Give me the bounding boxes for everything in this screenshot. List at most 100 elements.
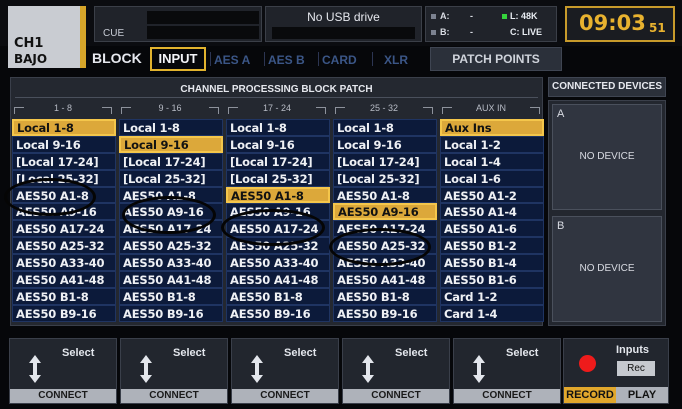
patch-source-option[interactable]: Aux Ins (440, 119, 544, 136)
patch-source-option[interactable]: AES50 A9-16 (119, 203, 223, 221)
patch-source-option[interactable]: Local 9-16 (226, 135, 330, 153)
encoder-2[interactable]: Select CONNECT (120, 338, 228, 404)
patch-source-option[interactable]: AES50 A25-32 (333, 237, 437, 255)
encoder-5[interactable]: Select CONNECT (453, 338, 561, 404)
patch-source-option[interactable]: AES50 A25-32 (12, 237, 116, 255)
patch-source-option[interactable]: Local 1-8 (119, 119, 223, 136)
patch-source-option[interactable]: AES50 B1-4 (440, 254, 544, 272)
patch-source-option[interactable]: AES50 A41-48 (333, 271, 437, 288)
patch-source-option[interactable]: AES50 B1-8 (119, 287, 223, 305)
patch-source-option[interactable]: AES50 A1-4 (440, 203, 544, 221)
patch-source-option[interactable]: AES50 A33-40 (333, 254, 437, 272)
device-b-status: NO DEVICE (579, 263, 635, 274)
patch-source-option[interactable]: AES50 A1-2 (440, 186, 544, 204)
patch-source-option[interactable]: Local 1-2 (440, 135, 544, 153)
recorder-mode-selector[interactable]: Rec (617, 361, 655, 376)
encoder-select-label: Select (284, 347, 317, 359)
patch-source-option[interactable]: AES50 B9-16 (119, 304, 223, 322)
clock-seconds: 51 (649, 21, 666, 35)
connect-button[interactable]: CONNECT (121, 389, 227, 403)
patch-source-option[interactable]: [Local 25-32] (226, 169, 330, 187)
patch-source-option[interactable]: [Local 25-32] (119, 169, 223, 187)
device-b-box[interactable]: B NO DEVICE (552, 216, 662, 322)
patch-source-option[interactable]: Local 1-8 (12, 119, 116, 136)
patch-source-option[interactable]: AES50 A17-24 (12, 220, 116, 238)
patch-source-option[interactable]: Local 1-6 (440, 169, 544, 187)
encoder-select-label: Select (62, 347, 95, 359)
tab-patch-points[interactable]: PATCH POINTS (430, 47, 562, 71)
record-indicator-icon (579, 355, 596, 372)
patch-source-option[interactable]: [Local 25-32] (12, 169, 116, 187)
patch-source-option[interactable]: [Local 17-24] (226, 152, 330, 170)
patch-source-option[interactable]: AES50 B1-8 (12, 287, 116, 305)
patch-source-option[interactable]: AES50 A1-8 (12, 186, 116, 204)
patch-source-option[interactable]: AES50 A9-16 (12, 203, 116, 221)
patch-source-option[interactable]: AES50 A1-6 (440, 220, 544, 238)
patch-source-option[interactable]: Card 1-2 (440, 287, 544, 305)
patch-source-option[interactable]: [Local 25-32] (333, 169, 437, 187)
connected-devices-title: CONNECTED DEVICES (548, 77, 666, 97)
patch-source-option[interactable]: AES50 A1-8 (226, 186, 330, 204)
clock-time: 09:03 (579, 11, 646, 35)
patch-source-option[interactable]: AES50 B1-2 (440, 237, 544, 255)
patch-source-option[interactable]: AES50 B1-8 (226, 287, 330, 305)
patch-source-option[interactable]: Local 9-16 (333, 135, 437, 153)
patch-source-option[interactable]: AES50 A33-40 (12, 254, 116, 272)
patch-source-option[interactable]: Local 1-4 (440, 152, 544, 170)
patch-source-option[interactable]: AES50 A1-8 (119, 186, 223, 204)
source-list-aux-in: Aux Ins Local 1-2 Local 1-4 Local 1-6 AES50 … (440, 119, 544, 322)
encoder-select-label: Select (506, 347, 539, 359)
device-a-status: NO DEVICE (579, 151, 635, 162)
patch-source-option[interactable]: AES50 A41-48 (119, 271, 223, 288)
up-down-arrow-icon (362, 355, 374, 383)
connect-button[interactable]: CONNECT (343, 389, 449, 403)
patch-source-option[interactable]: AES50 B1-6 (440, 271, 544, 288)
patch-source-option[interactable]: [Local 17-24] (333, 152, 437, 170)
patch-source-option[interactable]: Local 1-8 (226, 119, 330, 136)
patch-source-option[interactable]: AES50 A33-40 (226, 254, 330, 272)
tab-aes-a[interactable]: AES A (214, 53, 250, 67)
connect-button[interactable]: CONNECT (232, 389, 338, 403)
tab-block[interactable]: BLOCK (92, 50, 142, 66)
encoder-3[interactable]: Select CONNECT (231, 338, 339, 404)
tab-xlr[interactable]: XLR (384, 53, 408, 67)
patch-source-option[interactable]: [Local 17-24] (119, 152, 223, 170)
patch-source-option[interactable]: AES50 A25-32 (119, 237, 223, 255)
encoder-1[interactable]: Select CONNECT (9, 338, 117, 404)
patch-source-option[interactable]: AES50 A17-24 (333, 220, 437, 238)
tab-input[interactable]: INPUT (150, 47, 206, 71)
network-b-label: B: (440, 27, 450, 37)
source-list-9-16: Local 1-8 Local 9-16 [Local 17-24] [Local 2… (119, 119, 223, 322)
patch-source-option[interactable]: AES50 A17-24 (226, 220, 330, 238)
patch-source-option[interactable]: AES50 A9-16 (226, 203, 330, 221)
patch-source-option[interactable]: AES50 B9-16 (333, 304, 437, 322)
connect-button[interactable]: CONNECT (454, 389, 560, 403)
play-button[interactable]: PLAY (616, 387, 668, 403)
record-button[interactable]: RECORD (564, 387, 616, 403)
patch-source-option[interactable]: AES50 A41-48 (226, 271, 330, 288)
patch-source-option[interactable]: [Local 17-24] (12, 152, 116, 170)
patch-source-option[interactable]: AES50 B9-16 (226, 304, 330, 322)
device-b-label: B (557, 220, 565, 232)
patch-source-option[interactable]: Local 9-16 (119, 135, 223, 153)
patch-source-option[interactable]: Local 1-8 (333, 119, 437, 136)
patch-source-option[interactable]: AES50 A25-32 (226, 237, 330, 255)
patch-source-option[interactable]: AES50 B1-8 (333, 287, 437, 305)
tab-card[interactable]: CARD (322, 53, 357, 67)
tab-aes-b[interactable]: AES B (268, 53, 305, 67)
patch-source-option[interactable]: Local 9-16 (12, 135, 116, 153)
usb-status-text: No USB drive (307, 10, 380, 24)
device-a-box[interactable]: A NO DEVICE (552, 104, 662, 210)
patch-source-option[interactable]: AES50 A1-8 (333, 186, 437, 204)
patch-panel: CHANNEL PROCESSING BLOCK PATCH 1 - 8 9 -… (4, 77, 544, 326)
patch-source-option[interactable]: AES50 A9-16 (333, 203, 437, 221)
patch-source-option[interactable]: Card 1-4 (440, 304, 544, 322)
device-a-label: A (557, 108, 565, 120)
patch-source-option[interactable]: AES50 A41-48 (12, 271, 116, 288)
patch-source-option[interactable]: AES50 A17-24 (119, 220, 223, 238)
connect-button[interactable]: CONNECT (10, 389, 116, 403)
channel-indicator[interactable]: CH1 BAJO (8, 6, 86, 68)
patch-source-option[interactable]: AES50 B9-16 (12, 304, 116, 322)
patch-source-option[interactable]: AES50 A33-40 (119, 254, 223, 272)
encoder-4[interactable]: Select CONNECT (342, 338, 450, 404)
